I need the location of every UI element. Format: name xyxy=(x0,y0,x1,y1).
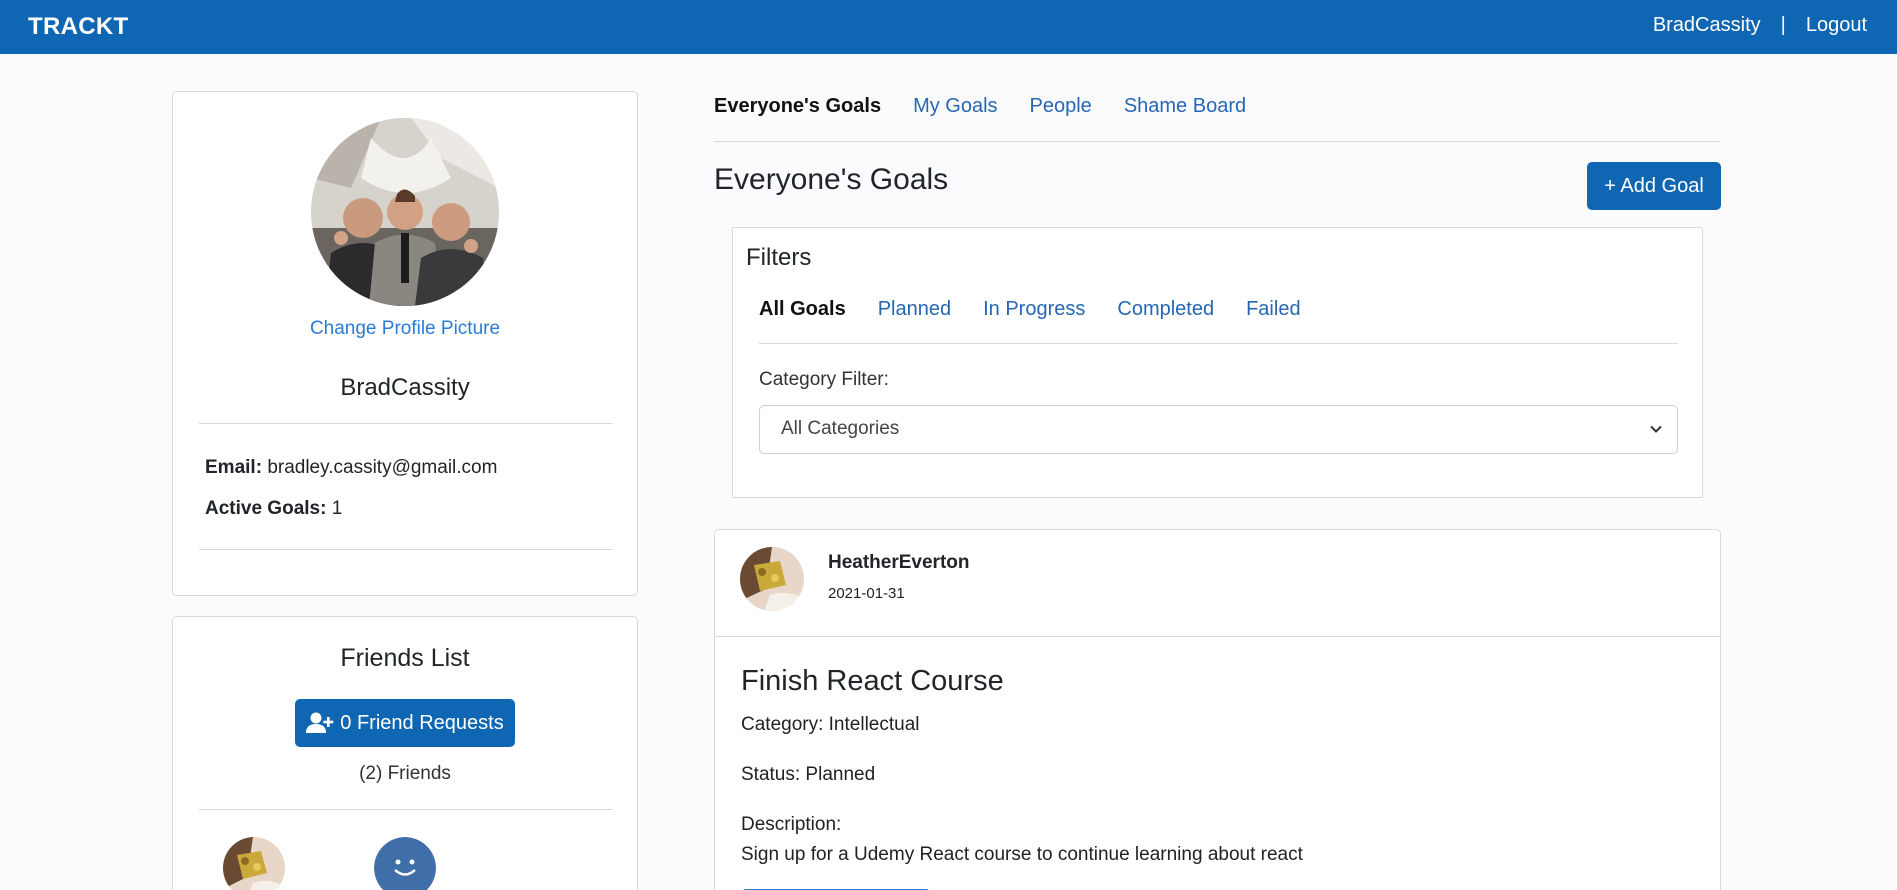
filters-title: Filters xyxy=(746,244,812,271)
profile-divider-bottom xyxy=(199,549,613,550)
page-title: Everyone's Goals xyxy=(714,163,949,196)
navbar-user-area: BradCassity | Logout xyxy=(1653,14,1867,37)
navbar-username-link[interactable]: BradCassity xyxy=(1653,14,1761,37)
category-filter-select[interactable]: All Categories xyxy=(759,405,1678,454)
logout-link[interactable]: Logout xyxy=(1806,14,1867,37)
goal-description: Sign up for a Udemy React course to cont… xyxy=(741,844,1303,865)
navbar-separator: | xyxy=(1780,14,1786,36)
tab-my-goals[interactable]: My Goals xyxy=(913,95,997,118)
filters-divider xyxy=(759,343,1678,344)
profile-photo-image xyxy=(311,118,499,306)
friend-requests-button[interactable]: 0 Friend Requests xyxy=(295,699,515,747)
category-selected-value: All Categories xyxy=(781,418,900,439)
goal-description-label: Description: xyxy=(741,814,842,835)
active-goals-value: 1 xyxy=(331,498,343,519)
profile-divider xyxy=(199,423,613,424)
goal-category: Category: Intellectual xyxy=(741,714,920,735)
profile-email-row: Email: bradley.cassity@gmail.com xyxy=(205,457,497,479)
tab-people[interactable]: People xyxy=(1030,95,1092,118)
add-user-icon xyxy=(306,712,334,733)
category-filter-label: Category Filter: xyxy=(759,369,889,390)
goal-title: Finish React Course xyxy=(741,665,1004,697)
goal-card: HeatherEverton 2021-01-31 Finish React C… xyxy=(714,529,1721,890)
filter-tab-planned[interactable]: Planned xyxy=(878,298,951,321)
friend-photo-image xyxy=(223,837,285,890)
goal-date: 2021-01-31 xyxy=(828,585,905,602)
friend-avatar[interactable] xyxy=(223,837,285,890)
goal-user-photo-image xyxy=(740,547,804,611)
change-profile-picture-link[interactable]: Change Profile Picture xyxy=(173,318,637,340)
status-filter-tabs: All Goals Planned In Progress Completed … xyxy=(759,298,1333,321)
friend-avatar-default[interactable] xyxy=(374,837,436,890)
email-value: bradley.cassity@gmail.com xyxy=(267,457,498,478)
friends-card: Friends List 0 Friend Requests (2) Frien… xyxy=(172,616,638,890)
tabs-divider xyxy=(714,141,1721,142)
smiley-icon xyxy=(374,837,436,890)
tab-everyones-goals[interactable]: Everyone's Goals xyxy=(714,95,881,118)
friend-requests-label: 0 Friend Requests xyxy=(340,711,504,734)
filter-tab-failed[interactable]: Failed xyxy=(1246,298,1300,321)
chevron-down-icon xyxy=(1650,425,1662,433)
filter-tab-completed[interactable]: Completed xyxy=(1117,298,1214,321)
main-tabs: Everyone's Goals My Goals People Shame B… xyxy=(714,95,1278,118)
profile-avatar xyxy=(311,118,499,306)
profile-card: Change Profile Picture BradCassity Email… xyxy=(172,91,638,596)
friends-count: (2) Friends xyxy=(359,763,451,784)
filter-tab-all-goals[interactable]: All Goals xyxy=(759,298,846,321)
goal-card-header: HeatherEverton 2021-01-31 xyxy=(715,530,1720,637)
top-navbar: TRACKT BradCassity | Logout xyxy=(0,0,1897,54)
friends-list-title: Friends List xyxy=(340,644,470,672)
filters-panel: Filters All Goals Planned In Progress Co… xyxy=(732,227,1703,498)
filter-tab-in-progress[interactable]: In Progress xyxy=(983,298,1085,321)
profile-username: BradCassity xyxy=(340,374,470,401)
add-goal-button[interactable]: + Add Goal xyxy=(1587,162,1721,210)
email-label: Email: xyxy=(205,457,263,478)
goal-status: Status: Planned xyxy=(741,764,876,785)
tab-shame-board[interactable]: Shame Board xyxy=(1124,95,1246,118)
active-goals-label: Active Goals: xyxy=(205,498,327,519)
profile-active-goals-row: Active Goals: 1 xyxy=(205,498,342,520)
goal-username: HeatherEverton xyxy=(828,552,970,573)
brand-logo-link[interactable]: TRACKT xyxy=(28,13,128,41)
friends-divider xyxy=(199,809,613,810)
goal-user-avatar[interactable] xyxy=(740,547,804,611)
